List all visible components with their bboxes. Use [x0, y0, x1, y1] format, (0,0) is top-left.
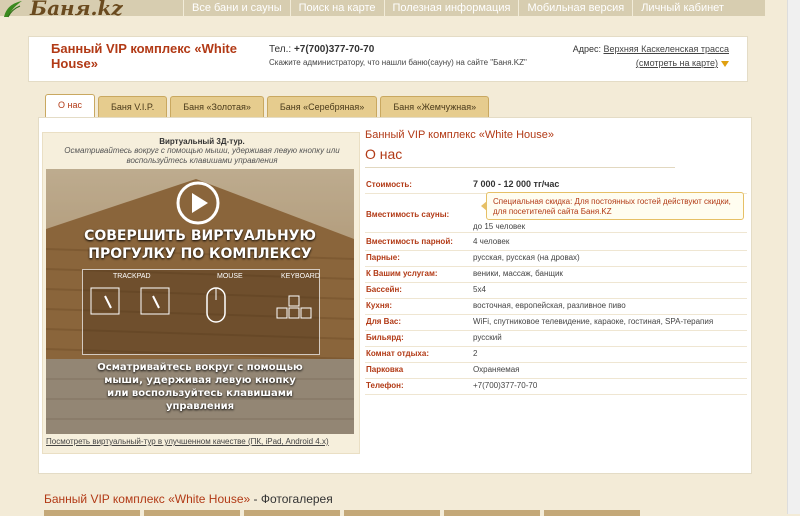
row-steam-capacity: Вместимость парной: 4 человек: [365, 234, 747, 251]
gallery-thumb[interactable]: [444, 510, 540, 516]
nav-map-search[interactable]: Поиск на карте: [289, 0, 384, 16]
row-parking: Парковка Охраняемая: [365, 362, 747, 379]
venue-phone: Тел.: +7(700)377-70-70: [269, 44, 374, 55]
venue-header: Банный VIP комплекс «White House» Тел.: …: [28, 36, 748, 82]
row-key: Вместимость парной:: [366, 237, 453, 246]
row-key: Для Вас:: [366, 317, 402, 326]
row-key: К Вашим услугам:: [366, 269, 438, 278]
phone-label: Тел.:: [269, 44, 292, 55]
row-value: 2: [473, 349, 478, 358]
row-pool: Бассейн: 5x4: [365, 282, 747, 299]
nav-account[interactable]: Личный кабинет: [632, 0, 732, 16]
tab-about[interactable]: О нас: [45, 94, 95, 117]
row-phone: Телефон: +7(700)377-70-70: [365, 378, 747, 395]
tour-hq-link[interactable]: Посмотреть виртуальный-тур в улучшенном …: [46, 437, 329, 446]
about-venue-name: Банный VIP комплекс «White House»: [365, 129, 554, 141]
row-value: WiFi, спутниковое телевидение, караоке, …: [473, 317, 714, 326]
gallery-thumb[interactable]: [144, 510, 240, 516]
nav-useful-info[interactable]: Полезная информация: [383, 0, 519, 16]
row-key: Вместимость сауны:: [366, 210, 450, 219]
page-scrollbar[interactable]: [787, 0, 800, 514]
tab-silver[interactable]: Баня «Серебряная»: [266, 96, 378, 117]
tour-caption: Осматривайтесь вокруг с помощью мыши, уд…: [97, 362, 303, 412]
gallery-thumb[interactable]: [544, 510, 640, 516]
row-key: Парковка: [366, 365, 404, 374]
map-pin-icon: [721, 60, 729, 67]
row-steam-rooms: Парные: русская, русская (на дровах): [365, 250, 747, 267]
map-link-wrap: (смотреть на карте): [636, 58, 729, 68]
row-key: Бассейн:: [366, 285, 402, 294]
row-value: до 15 человек: [473, 222, 526, 231]
address-label: Адрес:: [572, 44, 601, 54]
gallery-thumb[interactable]: [344, 510, 440, 516]
controls-icons: [90, 287, 312, 323]
phone-hint: Скажите администратору, что нашли баню(с…: [269, 58, 527, 67]
gallery-thumb[interactable]: [44, 510, 140, 516]
controls-diagram: TRACKPAD MOUSE KEYBOARD: [82, 269, 320, 355]
row-value: 7 000 - 12 000 тг/час: [473, 179, 560, 189]
gallery-thumbs: [44, 510, 644, 516]
gallery-thumb[interactable]: [244, 510, 340, 516]
tour-title: Виртуальный 3Д-тур.: [159, 137, 245, 146]
nav-all-baths[interactable]: Все бани и сауны: [183, 0, 290, 16]
row-key: Телефон:: [366, 381, 404, 390]
tour-preview[interactable]: СОВЕРШИТЬ ВИРТУАЛЬНУЮ ПРОГУЛКУ ПО КОМПЛЕ…: [46, 169, 354, 434]
logo-text: Баня.kz: [30, 0, 123, 20]
row-value: русская, русская (на дровах): [473, 253, 580, 262]
row-amenities: Для Вас: WiFi, спутниковое телевидение, к…: [365, 314, 747, 331]
row-value: русский: [473, 333, 502, 342]
row-value: восточная, европейская, разливное пиво: [473, 301, 626, 310]
row-value: веники, массаж, банщик: [473, 269, 563, 278]
row-value: 5x4: [473, 285, 486, 294]
address-link[interactable]: Верхняя Каскеленская трасса: [603, 44, 729, 54]
venue-address: Адрес: Верхняя Каскеленская трасса: [573, 44, 729, 54]
nav-mobile[interactable]: Мобильная версия: [518, 0, 632, 16]
row-billiards: Бильярд: русский: [365, 330, 747, 347]
heading-rule: [365, 167, 675, 168]
discount-tooltip: Специальная скидка: Для постоянных госте…: [481, 192, 744, 220]
map-link[interactable]: (смотреть на карте): [636, 58, 718, 68]
site-logo[interactable]: Баня.kz: [0, 0, 180, 22]
row-key: Кухня:: [366, 301, 393, 310]
venue-title: Банный VIP комплекс «White House»: [51, 41, 237, 71]
phone-number: +7(700)377-70-70: [293, 44, 375, 55]
leaf-icon: [4, 1, 22, 18]
row-value: +7(700)377-70-70: [473, 381, 538, 390]
about-heading: О нас: [365, 146, 403, 162]
row-value: 4 человек: [473, 237, 510, 246]
tab-pearl[interactable]: Баня «Жемчужная»: [380, 96, 490, 117]
row-value: Охраняемая: [473, 365, 520, 374]
row-services: К Вашим услугам: веники, массаж, банщик: [365, 266, 747, 283]
row-key: Парные:: [366, 253, 400, 262]
row-key: Комнат отдыха:: [366, 349, 429, 358]
row-key: Бильярд:: [366, 333, 404, 342]
gallery-venue: Банный VIP комплекс «White House»: [44, 492, 251, 506]
tab-vip[interactable]: Баня V.I.P.: [97, 96, 168, 117]
tab-golden[interactable]: Баня «Золотая»: [170, 96, 264, 117]
row-rest-rooms: Комнат отдыха: 2: [365, 346, 747, 363]
tour-description: Осматривайтесь вокруг с помощью мыши, уд…: [64, 146, 340, 165]
main-nav: Все бани и сауны Поиск на карте Полезная…: [183, 0, 732, 16]
gallery-suffix: - Фотогалерея: [250, 492, 333, 506]
row-key: Стоимость:: [366, 180, 412, 189]
tour-heading: СОВЕРШИТЬ ВИРТУАЛЬНУЮ ПРОГУЛКУ ПО КОМПЛЕ…: [84, 228, 316, 262]
venue-tabs: О нас Баня V.I.P. Баня «Золотая» Баня «С…: [45, 94, 492, 117]
gallery-heading: Банный VIP комплекс «White House» - Фото…: [44, 492, 333, 506]
row-kitchen: Кухня: восточная, европейская, разливное …: [365, 298, 747, 315]
